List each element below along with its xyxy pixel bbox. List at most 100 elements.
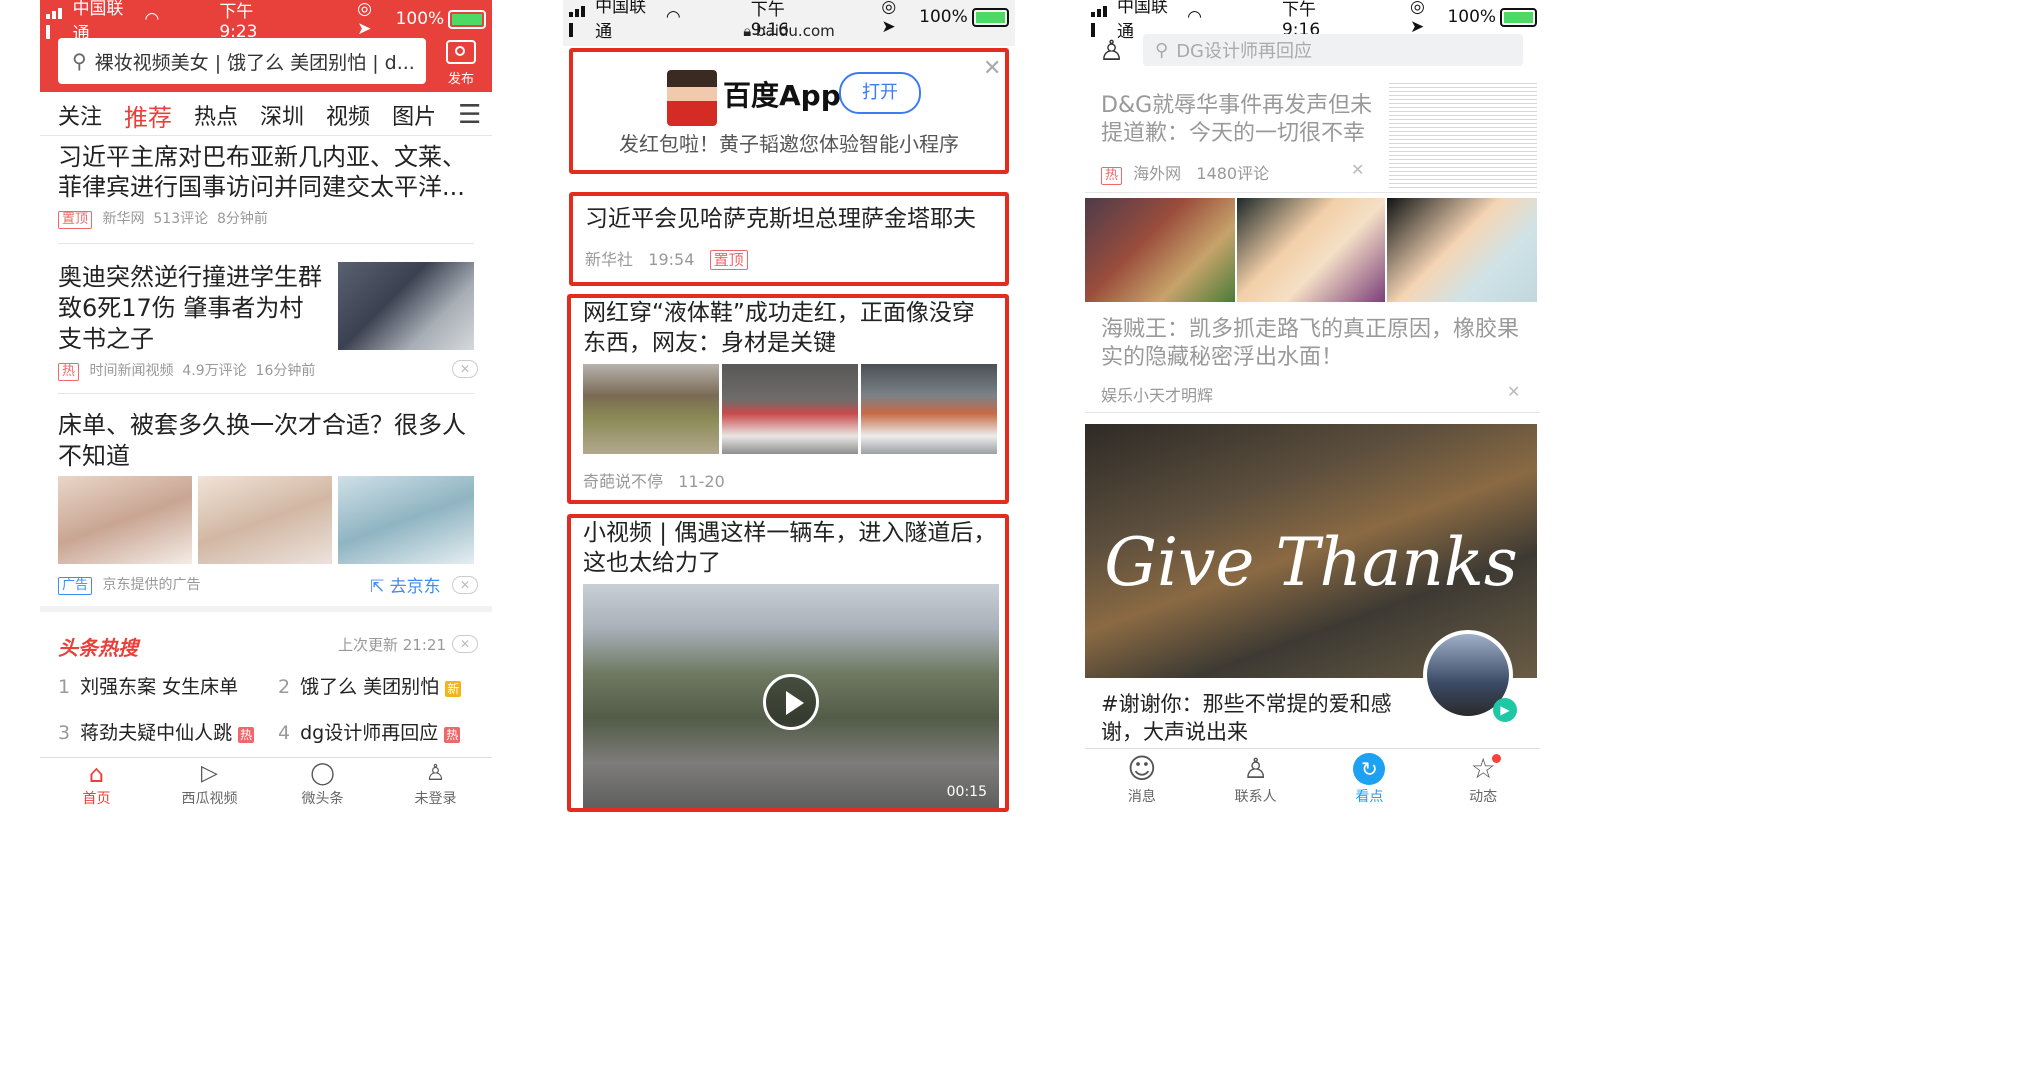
manga-image-1 — [1085, 198, 1235, 302]
hot-search-section: 头条热搜 上次更新 21:21 ✕ 1 刘强东案 女生床单 2 饿了么 美团别怕 新… — [40, 616, 492, 756]
play-button-icon[interactable] — [763, 674, 819, 730]
hot-item[interactable]: 1 刘强东案 女生床单 — [58, 672, 238, 699]
app-name: 百度App — [723, 79, 841, 112]
nav-xigua[interactable]: ▷ 西瓜视频 — [153, 760, 266, 812]
video-card[interactable]: 小视频 | 偶遇这样一辆车，进入隧道后，这也太给力了 00:15 — [567, 514, 1009, 812]
user-icon: ♙ — [425, 761, 446, 786]
clock: 下午9:23 — [219, 1, 258, 42]
search-icon: ⚲ — [72, 49, 87, 73]
news-card[interactable]: 习近平会见哈萨克斯坦总理萨金塔耶夫 新华社 19:54 置顶 — [569, 192, 1009, 286]
article-card[interactable]: D&G就辱华事件再发声但未提道歉：今天的一切很不幸 热 海外网 1480评论 ✕ — [1085, 76, 1540, 188]
section-divider — [40, 606, 492, 612]
publish-button[interactable]: 发布 — [436, 38, 486, 88]
pinned-badge: 置顶 — [58, 211, 93, 229]
bottom-nav: ☺ 消息 ♙ 联系人 ↻ 看点 ☆ 动态 — [1085, 752, 1540, 812]
article-title: 网红穿“液体鞋”成功走红，正面像没穿东西，网友：身材是关键 — [583, 300, 975, 356]
manga-image-2 — [1237, 198, 1385, 302]
hot-item[interactable]: 4 dg设计师再回应 热 — [278, 718, 461, 745]
nav-moments[interactable]: ☆ 动态 — [1426, 752, 1540, 812]
dismiss-icon[interactable]: ✕ — [452, 360, 478, 378]
hot-badge: 热 — [58, 363, 80, 381]
wifi-icon: ◠ — [144, 9, 160, 29]
location-icon: ◎ ➤ — [357, 0, 372, 39]
location-icon: ◎ ➤ — [1409, 0, 1425, 37]
article-title: 小视频 | 偶遇这样一辆车，进入隧道后，这也太给力了 — [583, 520, 997, 576]
article-meta: 新华社 19:54 置顶 — [585, 246, 754, 270]
close-icon[interactable]: ✕ — [983, 56, 1001, 81]
hot-badge: 热 — [444, 727, 461, 743]
search-icon: ⚲ — [1155, 39, 1169, 61]
article-image-2 — [722, 364, 858, 454]
lock-icon: 🔒︎ — [743, 22, 752, 40]
kandian-icon: ↻ — [1353, 753, 1386, 785]
article-meta: 置顶 新华网 513评论 8分钟前 — [58, 208, 268, 229]
nav-home[interactable]: ⌂ 首页 — [40, 760, 153, 812]
signal-icon — [1091, 0, 1113, 37]
search-input[interactable]: ⚲ DG设计师再回应 — [1143, 34, 1523, 66]
go-jd-link[interactable]: ⇱ 去京东 — [370, 572, 441, 597]
banner-subtitle: 发红包啦！黄子韬邀您体验智能小程序 — [619, 132, 959, 156]
article-card[interactable]: 习近平主席对巴布亚新几内亚、文莱、菲律宾进行国事访问并同建交太平洋... 置顶 … — [40, 138, 492, 238]
tab-pictures[interactable]: 图片 — [392, 99, 436, 131]
nav-weitoutiao[interactable]: ◯ 微头条 — [266, 760, 379, 812]
contacts-icon: ♙ — [1243, 752, 1269, 785]
menu-icon[interactable]: ☰ — [458, 100, 481, 130]
article-title: D&G就辱华事件再发声但未提道歉：今天的一切很不幸 — [1101, 93, 1373, 146]
nav-login[interactable]: ♙ 未登录 — [379, 760, 492, 812]
tab-recommend[interactable]: 推荐 — [124, 98, 172, 133]
qq-panel: 中国联通 ◠ 下午9:16 ◎ ➤ 100% ♙ ⚲ DG设计师再回应 D&G就… — [1085, 0, 1540, 812]
tab-video[interactable]: 视频 — [326, 99, 370, 131]
article-title: 奥迪突然逆行撞进学生群致6死17伤 肇事者为村支书之子 — [58, 263, 322, 353]
dismiss-icon[interactable]: ✕ — [1507, 382, 1520, 401]
search-bar[interactable]: ⚲ 裸妆视频美女 | 饿了么 美团别怕 | d... — [58, 38, 426, 84]
wifi-icon: ◠ — [1187, 7, 1202, 27]
channel-tabs: 关注 推荐 热点 深圳 视频 图片 ☰ — [40, 96, 492, 134]
article-image-1 — [583, 364, 719, 454]
signal-icon — [46, 0, 69, 39]
tab-shenzhen[interactable]: 深圳 — [260, 99, 304, 131]
play-badge-icon[interactable]: ▶ — [1493, 698, 1517, 722]
search-query: 裸妆视频美女 | 饿了么 美团别怕 | d... — [94, 51, 415, 74]
star-icon: ☆ — [1470, 752, 1496, 785]
hot-item[interactable]: 2 饿了么 美团别怕 新 — [278, 672, 462, 699]
tab-hot[interactable]: 热点 — [194, 99, 238, 131]
article-title: 海贼王：凯多抓走路飞的真正原因，橡胶果实的隐藏秘密浮出水面！ — [1101, 317, 1520, 370]
article-meta: 奇葩说不停 11-20 — [583, 472, 725, 491]
external-link-icon: ⇱ — [370, 577, 385, 597]
baidu-panel: 中国联通 ◠ 下午9:16 ◎ ➤ 100% 🔒︎ baidu.com 百度Ap… — [563, 0, 1015, 812]
dismiss-icon[interactable]: ✕ — [1351, 160, 1364, 179]
profile-icon[interactable]: ♙ — [1099, 34, 1124, 67]
camera-icon — [446, 40, 476, 64]
nav-contacts[interactable]: ♙ 联系人 — [1199, 752, 1313, 812]
hot-updated-time: 上次更新 21:21 — [338, 636, 446, 654]
news-card[interactable]: 网红穿“液体鞋”成功走红，正面像没穿东西，网友：身材是关键 奇葩说不停 11-2… — [567, 294, 1009, 504]
url: baidu.com — [756, 22, 835, 40]
hot-badge: 热 — [238, 727, 255, 743]
publish-label: 发布 — [447, 72, 474, 87]
nav-kandian[interactable]: ↻ 看点 — [1313, 752, 1427, 812]
article-card[interactable]: 奥迪突然逆行撞进学生群致6死17伤 肇事者为村支书之子 热 时间新闻视频 4.9… — [40, 248, 492, 388]
status-bar: 中国联通 ◠ 下午9:16 ◎ ➤ 100% — [1091, 0, 1537, 42]
nav-messages[interactable]: ☺ 消息 — [1085, 752, 1199, 812]
article-title: 习近平主席对巴布亚新几内亚、文莱、菲律宾进行国事访问并同建交太平洋... — [58, 143, 466, 201]
smile-icon: ☺ — [1127, 752, 1157, 785]
url-bar[interactable]: 🔒︎ baidu.com — [563, 22, 1015, 44]
play-icon: ▷ — [201, 761, 218, 786]
open-app-button[interactable]: 打开 — [839, 72, 921, 114]
ad-card[interactable]: 床单、被套多久换一次才合适？很多人不知道 广告 京东提供的广告 ⇱ 去京东 ✕ — [40, 400, 492, 600]
video-card[interactable]: Give Thanks ▶ #谢谢你：那些不常提的爱和感谢，大声说出来 — [1085, 424, 1540, 746]
article-meta: 热 时间新闻视频 4.9万评论 16分钟前 — [58, 360, 315, 381]
article-title: #谢谢你：那些不常提的爱和感谢，大声说出来 — [1101, 692, 1392, 744]
status-bar: 中国联通 ◠ 下午9:23 ◎ ➤ 100% — [46, 0, 486, 44]
tab-follow[interactable]: 关注 — [58, 99, 102, 131]
hot-item[interactable]: 3 蒋劲夫疑中仙人跳 热 — [58, 718, 255, 745]
dismiss-icon[interactable]: ✕ — [452, 576, 478, 594]
ad-image-2 — [198, 476, 332, 564]
dismiss-icon[interactable]: ✕ — [452, 635, 478, 653]
video-duration: 00:15 — [946, 784, 987, 800]
article-image-3 — [861, 364, 997, 454]
app-banner: 百度App 打开 ✕ 发红包啦！黄子韬邀您体验智能小程序 — [569, 48, 1009, 174]
video-thumbnail[interactable]: 00:15 — [583, 584, 999, 808]
article-card[interactable]: 海贼王：凯多抓走路飞的真正原因，橡胶果实的隐藏秘密浮出水面！ 娱乐小天才明辉 ✕ — [1085, 196, 1540, 408]
battery-text: 100% — [1447, 7, 1497, 27]
